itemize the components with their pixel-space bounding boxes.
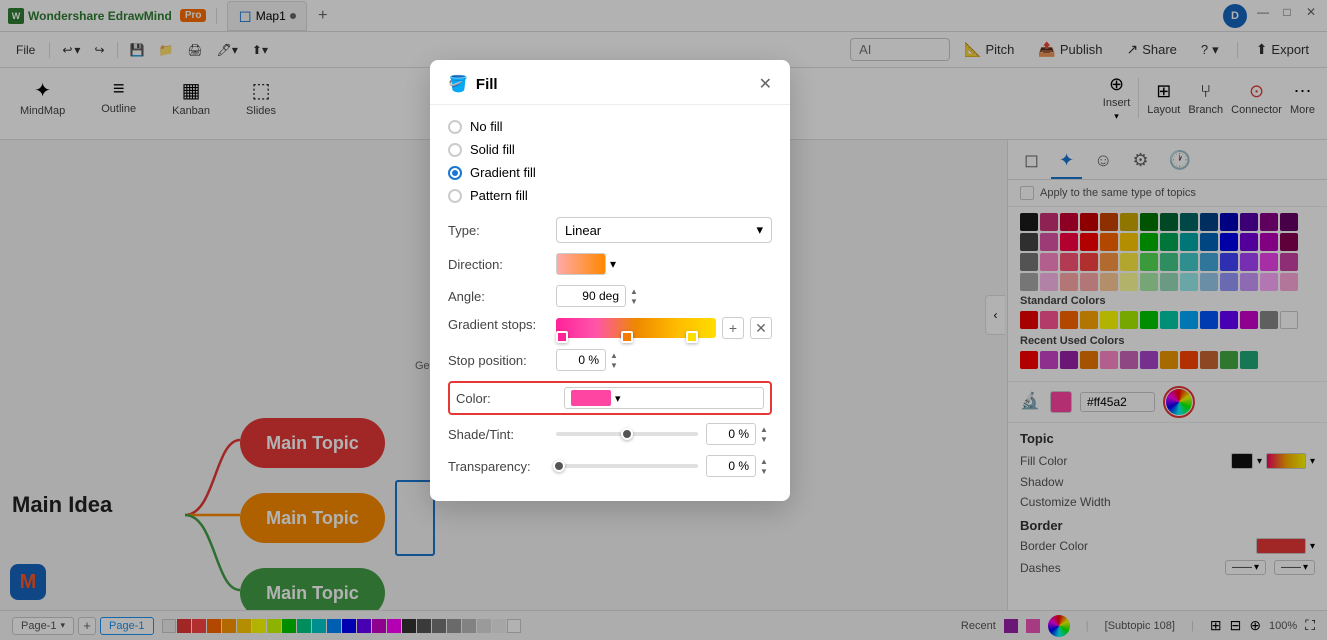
add-gradient-stop-button[interactable]: + [722, 317, 744, 339]
angle-row: Angle: ▲ ▼ [448, 285, 772, 307]
modal-body: No fill Solid fill Gradient fill Pattern… [430, 105, 790, 501]
fill-modal: 🪣 Fill ✕ No fill Solid fill Gradient fil… [430, 60, 790, 501]
shade-row: Shade/Tint: ▲ ▼ [448, 423, 772, 445]
gradient-stop-1[interactable] [556, 331, 568, 343]
angle-input[interactable] [556, 285, 626, 307]
pattern-fill-radio[interactable] [448, 189, 462, 203]
gradient-stops-label: Gradient stops: [448, 317, 548, 332]
transparency-control: ▲ ▼ [556, 455, 772, 477]
direction-label: Direction: [448, 257, 548, 272]
angle-spinners: ▲ ▼ [626, 286, 642, 306]
no-fill-option[interactable]: No fill [448, 119, 772, 134]
modal-title: Fill [476, 76, 759, 93]
stop-position-spinners: ▲ ▼ [606, 350, 622, 370]
modal-header: 🪣 Fill ✕ [430, 60, 790, 105]
gradient-stop-2[interactable] [621, 331, 633, 343]
direction-arrow[interactable]: ▾ [610, 257, 616, 271]
no-fill-label: No fill [470, 119, 503, 134]
gradient-bar[interactable] [556, 318, 716, 338]
shade-down[interactable]: ▼ [756, 434, 772, 444]
stop-pos-up[interactable]: ▲ [606, 350, 622, 360]
gradient-stop-3[interactable] [686, 331, 698, 343]
color-selector[interactable]: ▾ [564, 387, 764, 409]
no-fill-radio[interactable] [448, 120, 462, 134]
angle-control: ▲ ▼ [556, 285, 772, 307]
gradient-stops-row: Gradient stops: + ✕ [448, 317, 772, 339]
shade-input[interactable] [706, 423, 756, 445]
direction-color-btn[interactable] [556, 253, 606, 275]
stop-pos-down[interactable]: ▼ [606, 360, 622, 370]
gradient-stops-control: + ✕ [556, 317, 772, 339]
solid-fill-option[interactable]: Solid fill [448, 142, 772, 157]
gradient-fill-label: Gradient fill [470, 165, 536, 180]
transparency-slider-thumb[interactable] [553, 460, 565, 472]
shade-spinners: ▲ ▼ [756, 424, 772, 444]
stop-position-control: ▲ ▼ [556, 349, 772, 371]
type-select[interactable]: Linear ▾ [556, 217, 772, 243]
transparency-input[interactable] [706, 455, 756, 477]
stop-position-input[interactable] [556, 349, 606, 371]
type-value: Linear [565, 223, 601, 238]
modal-close-button[interactable]: ✕ [759, 74, 772, 94]
type-label: Type: [448, 223, 548, 238]
type-row: Type: Linear ▾ [448, 217, 772, 243]
transparency-label: Transparency: [448, 459, 548, 474]
angle-label: Angle: [448, 289, 548, 304]
transparency-spinners: ▲ ▼ [756, 456, 772, 476]
solid-fill-radio[interactable] [448, 143, 462, 157]
pattern-fill-option[interactable]: Pattern fill [448, 188, 772, 203]
transparency-down[interactable]: ▼ [756, 466, 772, 476]
gradient-fill-option[interactable]: Gradient fill [448, 165, 772, 180]
direction-picker: ▾ [556, 253, 772, 275]
solid-fill-label: Solid fill [470, 142, 515, 157]
remove-gradient-stop-button[interactable]: ✕ [750, 317, 772, 339]
color-control: ▾ [564, 387, 764, 409]
stop-position-row: Stop position: ▲ ▼ [448, 349, 772, 371]
stop-position-label: Stop position: [448, 353, 548, 368]
transparency-number: ▲ ▼ [706, 455, 772, 477]
type-select-arrow: ▾ [756, 222, 763, 238]
shade-up[interactable]: ▲ [756, 424, 772, 434]
direction-control: ▾ [556, 253, 772, 275]
color-dropdown-arrow: ▾ [615, 392, 621, 405]
color-preview [571, 390, 611, 406]
gradient-fill-radio[interactable] [448, 166, 462, 180]
transparency-up[interactable]: ▲ [756, 456, 772, 466]
transparency-row: Transparency: ▲ ▼ [448, 455, 772, 477]
transparency-slider-track[interactable] [556, 464, 698, 468]
shade-slider-track[interactable] [556, 432, 698, 436]
gradient-bar-row: + ✕ [556, 317, 772, 339]
angle-down[interactable]: ▼ [626, 296, 642, 306]
direction-row: Direction: ▾ [448, 253, 772, 275]
color-label: Color: [456, 391, 556, 406]
fill-options: No fill Solid fill Gradient fill Pattern… [448, 119, 772, 203]
color-row: Color: ▾ [456, 387, 764, 409]
shade-slider-thumb[interactable] [621, 428, 633, 440]
shade-control: ▲ ▼ [556, 423, 772, 445]
pattern-fill-label: Pattern fill [470, 188, 528, 203]
shade-number: ▲ ▼ [706, 423, 772, 445]
type-control: Linear ▾ [556, 217, 772, 243]
shade-label: Shade/Tint: [448, 427, 548, 442]
angle-up[interactable]: ▲ [626, 286, 642, 296]
color-row-container: Color: ▾ [448, 381, 772, 415]
fill-icon: 🪣 [448, 74, 468, 94]
